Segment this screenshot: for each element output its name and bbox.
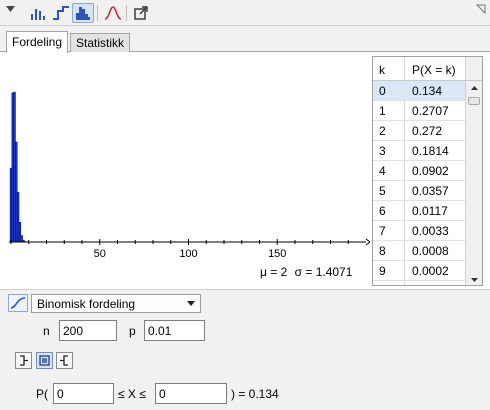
cell-probability: 0.0008 (412, 244, 449, 258)
table-row[interactable]: 3 0.1814 (373, 141, 465, 161)
distribution-curve-button[interactable] (8, 294, 28, 312)
x-axis-arrow (365, 238, 371, 246)
table-row[interactable]: 4 0.0902 (373, 161, 465, 181)
p-label: p (129, 324, 136, 338)
right-sided-button[interactable] (56, 352, 73, 369)
chart-svg: 50 100 150 (9, 91, 371, 260)
x-range-label: ≤ X ≤ (118, 387, 146, 401)
step-graph-button[interactable] (50, 3, 72, 23)
toolbar (0, 0, 490, 26)
chevron-down-icon (187, 301, 195, 306)
table-row[interactable]: 6 0.0117 (373, 201, 465, 221)
normal-overlay-icon (104, 6, 122, 20)
probability-table: k P(X = k) 0 0.134 1 0.2707 2 0.272 3 0.1814 4 0.… (372, 56, 483, 286)
histogram-button[interactable] (72, 3, 94, 23)
p-value: 0.01 (148, 324, 172, 338)
interval-icon (39, 355, 50, 366)
upper-bound-input[interactable]: 0 (155, 383, 227, 404)
table-row[interactable]: 8 0.0008 (373, 241, 465, 261)
probability-open-label: P( (36, 387, 48, 401)
n-input[interactable]: 200 (59, 320, 117, 341)
scroll-thumb[interactable] (468, 97, 480, 105)
cell-probability: 0.0902 (412, 164, 449, 178)
bar-chart-icon (31, 9, 45, 20)
cell-k: 6 (379, 204, 386, 218)
cell-probability: 0.0357 (412, 184, 449, 198)
right-sided-icon (60, 355, 68, 366)
step-graph-icon (53, 6, 69, 20)
cell-k: 9 (379, 264, 386, 278)
cell-k: 7 (379, 224, 386, 238)
distribution-selected: Binomisk fordeling (37, 297, 136, 311)
interval-button[interactable] (36, 352, 53, 369)
scroll-up-arrow[interactable] (466, 81, 482, 95)
controls-panel: Binomisk fordeling n 200 p 0.01 P( 0 ≤ X… (0, 289, 490, 410)
table-row[interactable]: 7 0.0033 (373, 221, 465, 241)
histogram-icon (76, 7, 90, 20)
lower-bound-input[interactable]: 0 (53, 383, 114, 404)
cell-k: 4 (379, 164, 386, 178)
tab-label: Fordeling (12, 35, 63, 49)
cell-k: 5 (379, 184, 386, 198)
tab-bar: Fordeling Statistikk (0, 26, 490, 53)
distribution-select[interactable]: Binomisk fordeling (31, 294, 201, 313)
tab-statistikk[interactable]: Statistikk (70, 33, 131, 52)
table-row[interactable]: 9 0.0002 (373, 261, 465, 281)
stats-readout: μ = 2 σ = 1.4071 (260, 265, 356, 279)
toolbar-separator (126, 5, 127, 21)
tab-label: Statistikk (76, 36, 125, 50)
cell-probability: 0.272 (412, 124, 443, 138)
cell-probability: 0.0117 (412, 204, 448, 218)
left-sided-button[interactable] (15, 352, 32, 369)
n-label: n (43, 324, 50, 338)
cell-probability: 0.2707 (412, 104, 449, 118)
table-row[interactable]: 0 0.134 (373, 81, 465, 101)
table-row[interactable]: 1 0.2707 (373, 101, 465, 121)
cell-probability: 0.1814 (412, 144, 449, 158)
cell-k: 0 (379, 84, 386, 98)
lower-bound-value: 0 (57, 387, 64, 401)
cell-k: 8 (379, 244, 386, 258)
toolbar-separator (97, 5, 98, 21)
table-rows: 0 0.134 1 0.2707 2 0.272 3 0.1814 4 0.0902 5 0.0357… (373, 81, 465, 281)
x-tick-label: 50 (94, 248, 106, 260)
cell-probability: 0.0002 (412, 264, 449, 278)
bar-chart-button[interactable] (27, 3, 49, 23)
collapse-triangle-icon[interactable] (6, 6, 15, 13)
mean-value: μ = 2 (260, 265, 288, 279)
left-sided-icon (20, 355, 28, 366)
std-dev-value: σ = 1.4071 (294, 265, 353, 279)
table-header-corner (465, 57, 482, 81)
upper-bound-value: 0 (159, 387, 166, 401)
cell-k: 3 (379, 144, 386, 158)
tab-fordeling[interactable]: Fordeling (6, 31, 69, 53)
cell-k: 1 (379, 104, 386, 118)
normal-overlay-button[interactable] (102, 3, 124, 23)
export-button[interactable] (130, 3, 152, 23)
distribution-chart[interactable]: 50 100 150 μ = 2 σ = 1.4071 (5, 53, 371, 288)
distribution-curve-icon (10, 297, 26, 309)
cell-probability: 0.0033 (412, 224, 449, 238)
export-icon (134, 6, 148, 20)
table-row[interactable]: 2 0.272 (373, 121, 465, 141)
table-row[interactable]: 5 0.0357 (373, 181, 465, 201)
scroll-down-arrow[interactable] (466, 273, 482, 285)
header-probability: P(X = k) (412, 63, 456, 77)
x-tick-label: 150 (268, 248, 286, 260)
table-scrollbar[interactable] (465, 81, 482, 285)
table-header: k P(X = k) (373, 57, 465, 81)
probability-result: ) = 0.134 (231, 387, 279, 401)
n-value: 200 (63, 324, 84, 338)
cell-k: 2 (379, 124, 386, 138)
dock-corner-icon[interactable] (476, 4, 486, 14)
header-k: k (379, 63, 385, 77)
scroll-up-icon (470, 86, 478, 90)
scroll-down-icon (470, 278, 478, 282)
p-input[interactable]: 0.01 (144, 320, 205, 341)
cell-probability: 0.134 (412, 84, 443, 98)
x-tick-label: 100 (179, 248, 197, 260)
